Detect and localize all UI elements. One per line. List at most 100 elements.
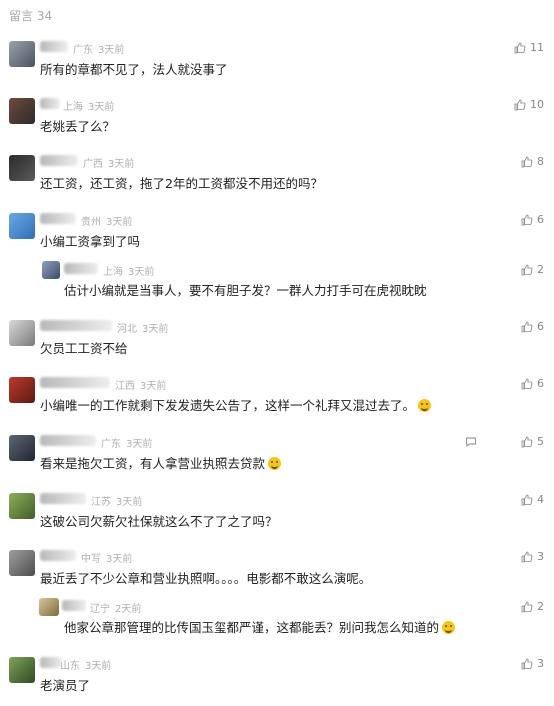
comment-text-body: 小编唯一的工作就剩下发发遗失公告了，这样一个礼拜又混过去了。 (40, 398, 416, 413)
thumbs-up-icon (521, 551, 533, 562)
timestamp: 3天前 (88, 102, 115, 113)
like-button[interactable]: 2 (521, 600, 544, 613)
like-count: 8 (537, 155, 544, 168)
comment-meta: 辽宁 2天前 (90, 600, 141, 615)
comment-text: 小编工资拿到了吗 (40, 234, 141, 249)
like-button[interactable]: 11 (514, 41, 544, 54)
like-button[interactable]: 6 (521, 320, 544, 333)
location: 上海 (63, 102, 83, 113)
like-button[interactable]: 3 (521, 550, 544, 563)
laugh-emoji-icon (442, 621, 456, 634)
username-redacted[interactable] (64, 263, 98, 274)
comment-meta: 上海 3天前 (63, 98, 114, 113)
like-count: 2 (537, 263, 544, 276)
avatar[interactable] (9, 320, 35, 346)
thumbs-up-icon (521, 436, 533, 447)
username-redacted[interactable] (40, 41, 68, 52)
like-button[interactable]: 3 (521, 657, 544, 670)
comment-text: 小编唯一的工作就剩下发发遗失公告了，这样一个礼拜又混过去了。 (40, 395, 432, 414)
like-button[interactable]: 4 (521, 493, 544, 506)
like-count: 3 (537, 657, 544, 670)
comments-header: 留言 34 (9, 9, 53, 23)
timestamp: 3天前 (98, 45, 125, 56)
avatar[interactable] (9, 98, 35, 124)
comment-meta: 江西 3天前 (115, 377, 166, 392)
username-redacted[interactable] (40, 550, 76, 561)
location: 山东 (60, 661, 80, 672)
avatar[interactable] (9, 155, 35, 181)
avatar[interactable] (9, 550, 35, 576)
avatar[interactable] (9, 435, 35, 461)
comment-meta: 河北 3天前 (117, 320, 168, 335)
comment-text: 估计小编就是当事人，要不有胆子发？一群人力打手可在虎视眈眈 (64, 283, 427, 298)
thumbs-up-icon (521, 264, 533, 275)
thumbs-up-icon (514, 99, 526, 110)
like-button[interactable]: 8 (521, 155, 544, 168)
username-redacted[interactable] (40, 320, 112, 331)
comment-text: 还工资，还工资，拖了2年的工资都没不用还的吗？ (40, 176, 323, 191)
like-button[interactable]: 6 (521, 213, 544, 226)
location: 江西 (115, 381, 135, 392)
comment-meta: 广西 3天前 (83, 155, 134, 170)
comment-text: 看来是拖欠工资，有人拿营业执照去贷款 (40, 453, 282, 472)
location: 上海 (103, 267, 123, 278)
thumbs-up-icon (521, 601, 533, 612)
reply-bubble-icon[interactable] (465, 436, 477, 448)
timestamp: 3天前 (106, 554, 133, 565)
like-count: 10 (530, 98, 544, 111)
comment-text: 这破公司欠薪欠社保就这么不了了之了吗？ (40, 514, 278, 529)
username-redacted[interactable] (40, 155, 78, 166)
location: 河北 (117, 324, 137, 335)
avatar[interactable] (9, 493, 35, 519)
thumbs-up-icon (521, 321, 533, 332)
username-redacted[interactable] (40, 657, 62, 668)
avatar[interactable] (9, 213, 35, 239)
thumbs-up-icon (521, 378, 533, 389)
avatar[interactable] (9, 41, 35, 67)
comment-text: 欠员工工资不给 (40, 341, 128, 356)
like-button[interactable]: 6 (521, 377, 544, 390)
avatar[interactable] (9, 377, 35, 403)
username-redacted[interactable] (40, 377, 110, 388)
location: 江苏 (91, 497, 111, 508)
thumbs-up-icon (514, 42, 526, 53)
timestamp: 3天前 (128, 267, 155, 278)
comment-meta: 山东 3天前 (60, 657, 111, 672)
like-count: 6 (537, 320, 544, 333)
comment-text: 所有的章都不见了，法人就没事了 (40, 62, 228, 77)
comment-meta: 中写 3天前 (81, 550, 132, 565)
like-button[interactable]: 10 (514, 98, 544, 111)
location: 广东 (101, 439, 121, 450)
comment-text-body: 看来是拖欠工资，有人拿营业执照去贷款 (40, 456, 266, 471)
thumbs-up-icon (521, 494, 533, 505)
comment-text: 老姚丢了么？ (40, 119, 116, 134)
comment-meta: 江苏 3天前 (91, 493, 142, 508)
thumbs-up-icon (521, 658, 533, 669)
comment-meta: 贵州 3天前 (81, 213, 132, 228)
like-button[interactable]: 2 (521, 263, 544, 276)
comment-text: 老演员了 (40, 678, 91, 693)
username-redacted[interactable] (40, 435, 96, 446)
avatar[interactable] (42, 261, 60, 279)
comment-text: 他家公章那管理的比传国玉玺都严谨，这都能丢？别问我怎么知道的 (64, 617, 456, 636)
timestamp: 3天前 (116, 497, 143, 508)
comment-meta: 广东 3天前 (73, 41, 124, 56)
timestamp: 3天前 (85, 661, 112, 672)
timestamp: 3天前 (108, 159, 135, 170)
like-count: 11 (530, 41, 544, 54)
timestamp: 3天前 (126, 439, 153, 450)
like-button[interactable]: 5 (521, 435, 544, 448)
thumbs-up-icon (521, 214, 533, 225)
like-count: 6 (537, 377, 544, 390)
username-redacted[interactable] (62, 600, 86, 611)
location: 广东 (73, 45, 93, 56)
avatar[interactable] (39, 598, 59, 616)
location: 辽宁 (90, 604, 110, 615)
username-redacted[interactable] (40, 98, 60, 109)
location: 广西 (83, 159, 103, 170)
timestamp: 3天前 (142, 324, 169, 335)
username-redacted[interactable] (40, 493, 86, 504)
username-redacted[interactable] (40, 213, 76, 224)
like-count: 2 (537, 600, 544, 613)
avatar[interactable] (9, 657, 35, 683)
